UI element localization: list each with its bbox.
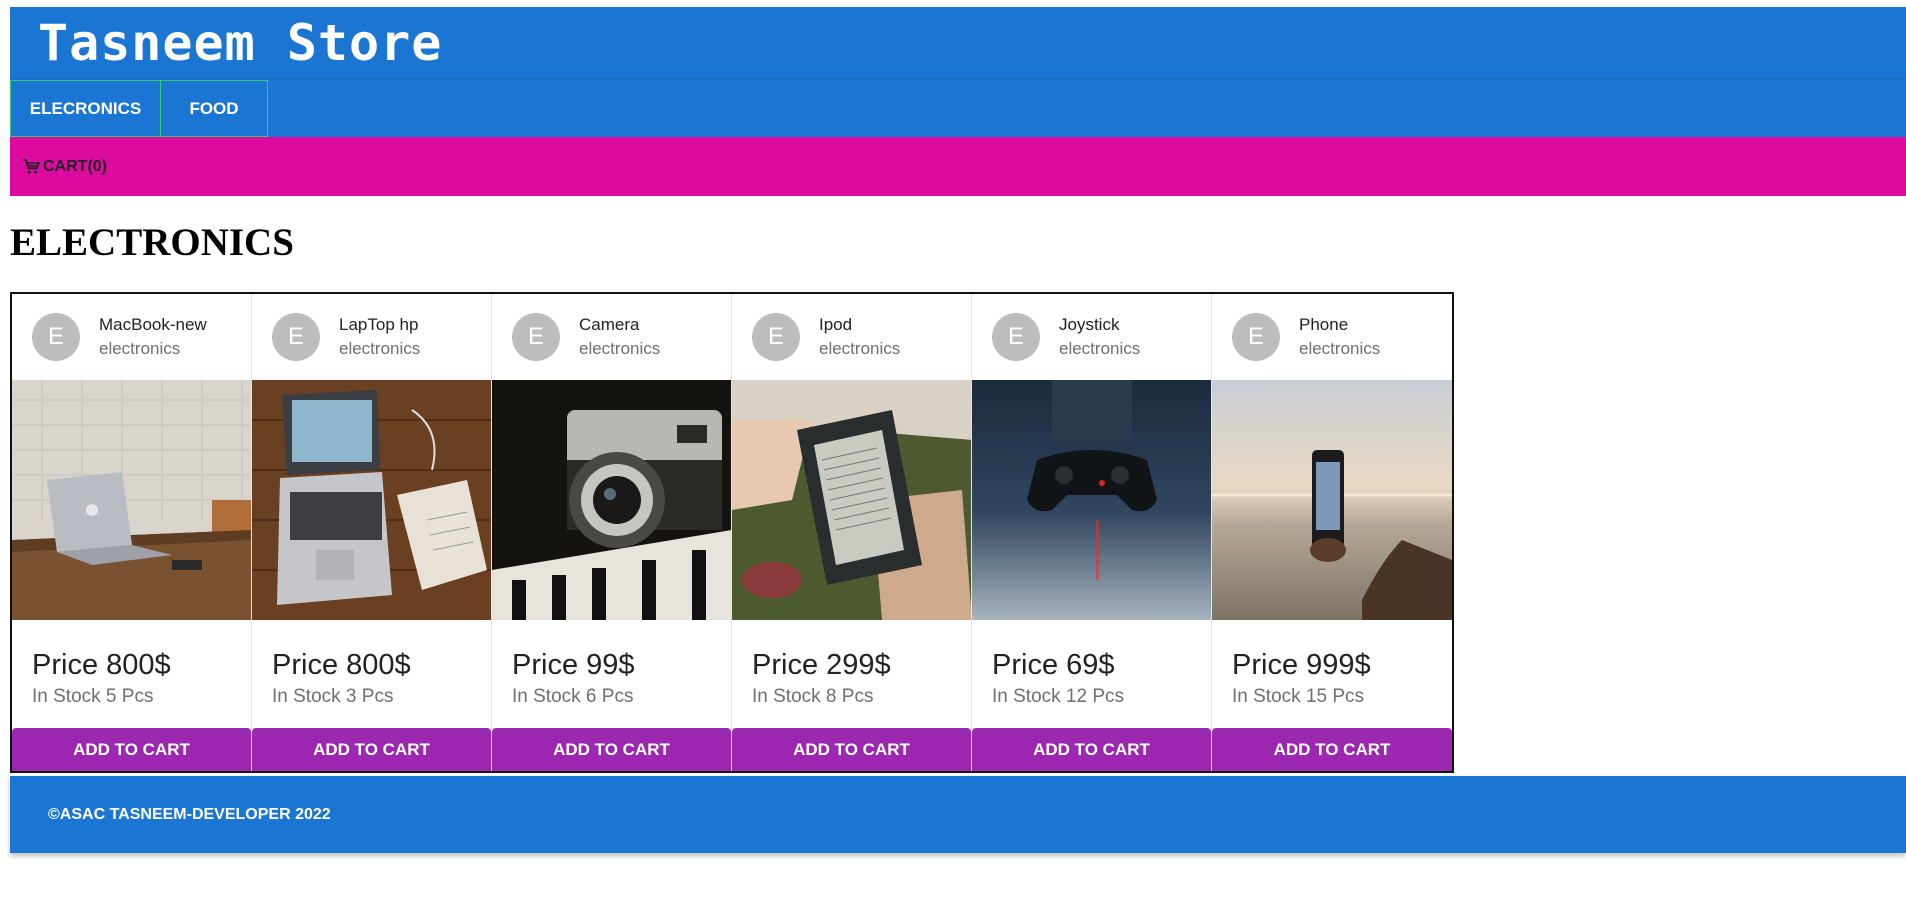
product-image <box>492 380 731 620</box>
product-category: electronics <box>819 339 901 358</box>
product-stock: In Stock 6 Pcs <box>512 686 634 707</box>
product-name: MacBook-new <box>99 315 207 334</box>
product-price: Price 99$ <box>512 649 635 681</box>
card-header: E Ipod electronics <box>732 294 971 380</box>
card-header: E MacBook-new electronics <box>12 294 251 380</box>
product-card: E Camera electronics Price 99$ In Stock … <box>492 294 732 771</box>
avatar: E <box>992 313 1040 361</box>
card-header: E Joystick electronics <box>972 294 1211 380</box>
avatar: E <box>512 313 560 361</box>
product-image <box>1212 380 1452 620</box>
footer-copyright: ©ASAC TASNEEM-DEVELOPER 2022 <box>48 805 331 823</box>
product-price: Price 299$ <box>752 649 891 681</box>
product-category: electronics <box>1299 339 1381 358</box>
product-name: LapTop hp <box>339 315 419 334</box>
product-price: Price 999$ <box>1232 649 1371 681</box>
product-stock: In Stock 5 Pcs <box>32 686 154 707</box>
section-title: ELECTRONICS <box>10 221 294 264</box>
product-grid: E MacBook-new electronics Price 800$ In … <box>10 292 1454 773</box>
product-card: E LapTop hp electronics Price 800$ In St… <box>252 294 492 771</box>
app-shell: Tasneem Store ELECRONICS FOOD CART(0) <box>10 7 1906 196</box>
product-card: E Phone electronics Price 999$ In Stock … <box>1212 294 1452 771</box>
add-to-cart-button[interactable]: ADD TO CART <box>1212 728 1452 771</box>
product-name: Joystick <box>1059 315 1120 334</box>
app-header: Tasneem Store <box>10 7 1906 80</box>
product-image <box>252 380 491 620</box>
tab-electronics[interactable]: ELECRONICS <box>10 80 161 137</box>
product-image <box>12 380 251 620</box>
add-to-cart-button[interactable]: ADD TO CART <box>492 728 731 771</box>
product-category: electronics <box>579 339 661 358</box>
card-header: E Camera electronics <box>492 294 731 380</box>
avatar: E <box>32 313 80 361</box>
product-price: Price 800$ <box>32 649 171 681</box>
product-category: electronics <box>339 339 421 358</box>
product-stock: In Stock 15 Pcs <box>1232 686 1365 707</box>
card-header: E Phone electronics <box>1212 294 1452 380</box>
card-header: E LapTop hp electronics <box>252 294 491 380</box>
product-image <box>972 380 1211 620</box>
product-card: E Joystick electronics Price 69$ In Stoc… <box>972 294 1212 771</box>
store-title: Tasneem Store <box>38 13 443 72</box>
tab-food[interactable]: FOOD <box>160 80 268 137</box>
product-stock: In Stock 8 Pcs <box>752 686 874 707</box>
product-name: Camera <box>579 315 640 334</box>
avatar: E <box>752 313 800 361</box>
product-stock: In Stock 12 Pcs <box>992 686 1125 707</box>
avatar: E <box>272 313 320 361</box>
product-card: E MacBook-new electronics Price 800$ In … <box>12 294 252 771</box>
product-stock: In Stock 3 Pcs <box>272 686 394 707</box>
cart-button[interactable]: CART(0) <box>22 158 107 176</box>
product-name: Phone <box>1299 315 1349 334</box>
cart-icon <box>23 158 40 174</box>
product-price: Price 69$ <box>992 649 1115 681</box>
cart-label: CART(0) <box>43 157 107 175</box>
product-card: E Ipod electronics Price 299$ In Stock 8… <box>732 294 972 771</box>
product-category: electronics <box>99 339 181 358</box>
product-category: electronics <box>1059 339 1141 358</box>
add-to-cart-button[interactable]: ADD TO CART <box>732 728 971 771</box>
add-to-cart-button[interactable]: ADD TO CART <box>12 728 251 771</box>
avatar: E <box>1232 313 1280 361</box>
product-image <box>732 380 971 620</box>
add-to-cart-button[interactable]: ADD TO CART <box>972 728 1211 771</box>
product-price: Price 800$ <box>272 649 411 681</box>
product-name: Ipod <box>819 315 853 334</box>
category-nav: ELECRONICS FOOD <box>10 80 1906 137</box>
cart-bar: CART(0) <box>10 137 1906 196</box>
add-to-cart-button[interactable]: ADD TO CART <box>252 728 491 771</box>
app-footer: ©ASAC TASNEEM-DEVELOPER 2022 <box>10 776 1906 853</box>
